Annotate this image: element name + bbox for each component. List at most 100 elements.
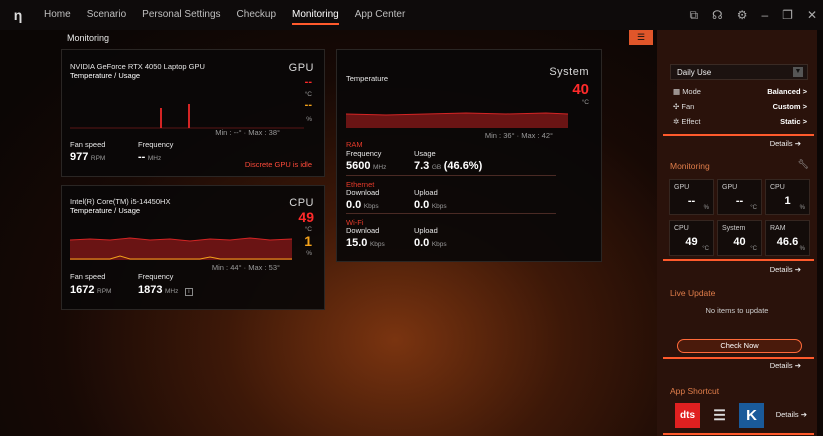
details-link-monitoring[interactable]: Details ➔ <box>770 265 801 274</box>
cpu-fan-value: 1672 <box>70 284 95 296</box>
cpu-subtitle: Temperature / Usage <box>70 206 141 215</box>
mode-value[interactable]: Balanced > <box>767 87 807 96</box>
dts-app-icon[interactable]: dts <box>675 403 700 428</box>
details-link-apps[interactable]: Details ➔ <box>776 410 807 419</box>
ram-usage-value: 7.3 <box>414 160 430 172</box>
details-link-live-update[interactable]: Details ➔ <box>770 361 801 370</box>
cpu-fan-unit: RPM <box>97 288 112 295</box>
tile-label: System <box>722 225 746 232</box>
gpu-freq-unit: MHz <box>147 155 162 162</box>
tile-unit: % <box>799 205 805 211</box>
wifi-download-label: Download <box>346 226 380 235</box>
gpu-chart <box>70 104 304 129</box>
bag-icon[interactable]: ⧉ <box>689 8 698 23</box>
gpu-panel: NVIDIA GeForce RTX 4050 Laptop GPU Tempe… <box>61 49 325 177</box>
fan-row[interactable]: ✣ Fan <box>673 102 694 111</box>
ram-usage-unit: GB <box>431 164 442 171</box>
mode-label: Mode <box>682 87 701 96</box>
window-controls: ⧉ ☊ ⚙ – ❐ ✕ <box>689 0 817 30</box>
sidebar-toggle-button[interactable]: ☰ <box>629 30 653 45</box>
system-temp-unit: °C <box>581 99 589 106</box>
ethernet-download-value: 0.0 <box>346 199 362 211</box>
restore-icon[interactable]: ❐ <box>782 8 793 22</box>
mode-row[interactable]: ▦ Mode <box>673 87 701 96</box>
wifi-upload-unit: Kbps <box>431 241 447 248</box>
gpu-subtitle: Temperature / Usage <box>70 71 141 80</box>
tile-label: CPU <box>770 184 785 191</box>
sidebar: Daily Use ▼ ▦ Mode Balanced > ✣ Fan Cust… <box>657 30 817 436</box>
tile-unit: °C <box>750 246 757 252</box>
details-link-profile[interactable]: Details ➔ <box>770 139 801 148</box>
fan-icon: ✣ <box>673 102 680 111</box>
app-shortcut-header: App Shortcut <box>670 386 720 396</box>
gpu-idle-status: Discrete GPU is idle <box>244 160 312 169</box>
gpu-temp-unit: °C <box>304 91 312 98</box>
top-bar: ƞ Home Scenario Personal Settings Checku… <box>0 0 823 30</box>
wifi-download-value: 15.0 <box>346 237 368 249</box>
cpu-temp-unit: °C <box>304 226 312 233</box>
gpu-minmax: Min : --° · Max : 38° <box>215 128 280 137</box>
tab-home[interactable]: Home <box>36 0 79 30</box>
system-label: System <box>549 66 589 78</box>
info-icon[interactable]: i <box>184 288 193 296</box>
tile-unit: °C <box>702 246 709 252</box>
gear-icon[interactable]: ⚙ <box>737 8 748 22</box>
ethernet-download-unit: Kbps <box>363 203 379 210</box>
tile-unit: % <box>799 246 805 252</box>
live-update-header: Live Update <box>670 288 716 298</box>
ram-freq-unit: MHz <box>373 164 387 171</box>
ram-freq-label: Frequency <box>346 149 382 158</box>
gpu-fan-value: 977 <box>70 151 89 163</box>
effect-label: Effect <box>681 117 701 126</box>
tile-label: CPU <box>674 225 689 232</box>
cpu-temp-value: 49 <box>298 209 314 225</box>
monitor-tile-system-temp: System 40 °C <box>717 220 762 256</box>
monitoring-header: Monitoring <box>670 161 710 171</box>
no-items-text: No items to update <box>705 306 769 315</box>
divider <box>663 259 814 261</box>
tile-unit: °C <box>750 205 757 211</box>
close-icon[interactable]: ✕ <box>807 8 817 22</box>
cpu-freq-label: Frequency <box>138 272 174 281</box>
effect-row[interactable]: ✲ Effect <box>673 117 700 126</box>
check-now-button[interactable]: Check Now <box>677 339 802 353</box>
cpu-freq-value: 1873 <box>138 284 163 296</box>
divider <box>663 433 814 435</box>
tab-checkup[interactable]: Checkup <box>229 0 284 30</box>
tile-label: RAM <box>770 225 786 232</box>
gpu-freq-value: -- <box>138 151 146 163</box>
fan-value[interactable]: Custom > <box>773 102 807 111</box>
ethernet-upload-unit: Kbps <box>431 203 447 210</box>
tab-app-center[interactable]: App Center <box>347 0 414 30</box>
gpu-usage-unit: % <box>306 116 312 123</box>
system-temp-value: 40 <box>572 81 589 98</box>
page-title: Monitoring <box>67 33 110 43</box>
wifi-upload-label: Upload <box>414 226 438 235</box>
cpu-usage-unit: % <box>306 250 312 257</box>
disk-app-icon[interactable]: ☰ <box>707 403 732 428</box>
gpu-fan-unit: RPM <box>90 155 106 162</box>
ethernet-download-label: Download <box>346 188 380 197</box>
ram-label: RAM <box>346 140 363 149</box>
effect-value[interactable]: Static > <box>780 117 807 126</box>
profile-dropdown[interactable]: Daily Use ▼ <box>670 64 808 80</box>
headset-icon[interactable]: ☊ <box>712 8 723 22</box>
tab-scenario[interactable]: Scenario <box>79 0 134 30</box>
system-chart <box>346 112 568 128</box>
profile-dropdown-value: Daily Use <box>677 68 712 77</box>
cpu-label: CPU <box>289 197 314 209</box>
minimize-icon[interactable]: – <box>761 8 768 22</box>
monitor-tile-cpu-temp: CPU 49 °C <box>669 220 714 256</box>
cpu-freq-unit: MHz <box>165 288 179 295</box>
k-app-icon[interactable]: K <box>739 403 764 428</box>
divider <box>346 175 556 176</box>
gpu-fan-label: Fan speed <box>70 140 106 149</box>
wrench-icon[interactable]: 🔧︎ <box>798 159 809 170</box>
monitor-tile-gpu-usage: GPU -- % <box>669 179 714 215</box>
divider <box>663 134 814 136</box>
wifi-download-unit: Kbps <box>369 241 385 248</box>
tab-monitoring[interactable]: Monitoring <box>284 0 347 30</box>
cpu-minmax: Min : 44° · Max : 53° <box>211 263 280 272</box>
tab-personal-settings[interactable]: Personal Settings <box>134 0 228 30</box>
tile-label: GPU <box>722 184 738 191</box>
